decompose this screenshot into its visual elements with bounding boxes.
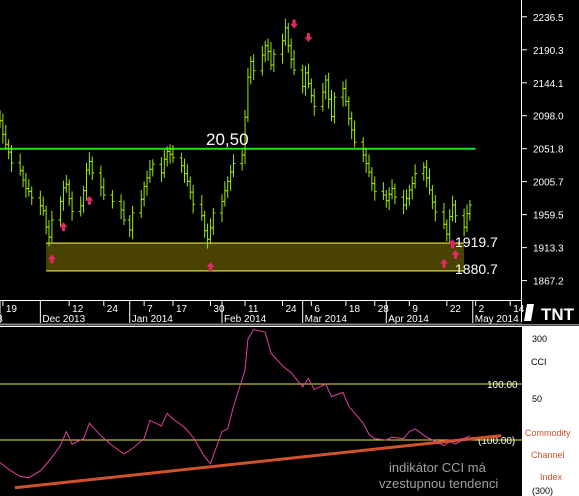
price-y-tick-label: 2051.8 <box>533 145 564 156</box>
logo-text: TNT <box>541 305 575 324</box>
price-y-tick-label: 1913.3 <box>533 244 564 255</box>
price-y-tick-label: 1867.2 <box>533 277 564 288</box>
price-y-tick-label: 1959.5 <box>533 211 564 222</box>
x-month-label: May 2014 <box>475 314 519 325</box>
cci-side-label-1: Commodity <box>525 428 571 438</box>
x-month-label: Mar 2014 <box>305 314 348 325</box>
x-day-label: 22 <box>450 304 462 315</box>
x-month-label: Jan 2014 <box>132 314 174 325</box>
trendline-annotation: 20,50 <box>206 130 249 149</box>
cci-side-label-2: Channel <box>531 450 565 460</box>
support-zone <box>46 243 465 271</box>
price-y-tick-label: 2190.3 <box>533 46 564 57</box>
cci-y-tick-label: 50 <box>532 394 542 404</box>
cci-annotation-line2: vzestupnou tendenci <box>379 476 498 491</box>
x-day-label: 24 <box>107 304 119 315</box>
cci-side-label-3: Index <box>540 472 563 482</box>
cci-y-tick-label: 300 <box>532 334 547 344</box>
indicator-side-panel <box>522 327 579 496</box>
price-y-tick-label: 2236.5 <box>533 13 564 24</box>
logo: TNT <box>522 301 579 324</box>
x-month-label: 013 <box>0 314 3 325</box>
support-zone-layer <box>46 243 465 271</box>
price-y-tick-label: 2098.0 <box>533 112 564 123</box>
x-month-label: Dec 2013 <box>42 314 85 325</box>
support-label-lower: 1880.7 <box>455 261 498 277</box>
x-day-label: 24 <box>286 304 298 315</box>
x-month-label: Feb 2014 <box>224 314 267 325</box>
cci-series-name: CCI <box>531 357 547 367</box>
price-y-tick-label: 2005.7 <box>533 178 564 189</box>
cci-annotation-line1: indikátor CCI má <box>389 460 487 475</box>
price-y-tick-label: 2144.1 <box>533 79 564 90</box>
x-day-label: 19 <box>6 304 18 315</box>
chart-stage: TNT 2236.5 2190.3 2144.1 2098.0 2051.8 2005.7… <box>0 0 579 496</box>
cci-level-label: 100.00 <box>487 380 518 391</box>
x-month-label: Apr 2014 <box>388 314 429 325</box>
cci-y-tick-label: (300) <box>532 486 553 496</box>
x-day-label: 17 <box>176 304 188 315</box>
chart-canvas: TNT 2236.5 2190.3 2144.1 2098.0 2051.8 2005.7… <box>0 0 579 496</box>
support-label-upper: 1919.7 <box>455 234 498 250</box>
x-day-label: 18 <box>349 304 361 315</box>
